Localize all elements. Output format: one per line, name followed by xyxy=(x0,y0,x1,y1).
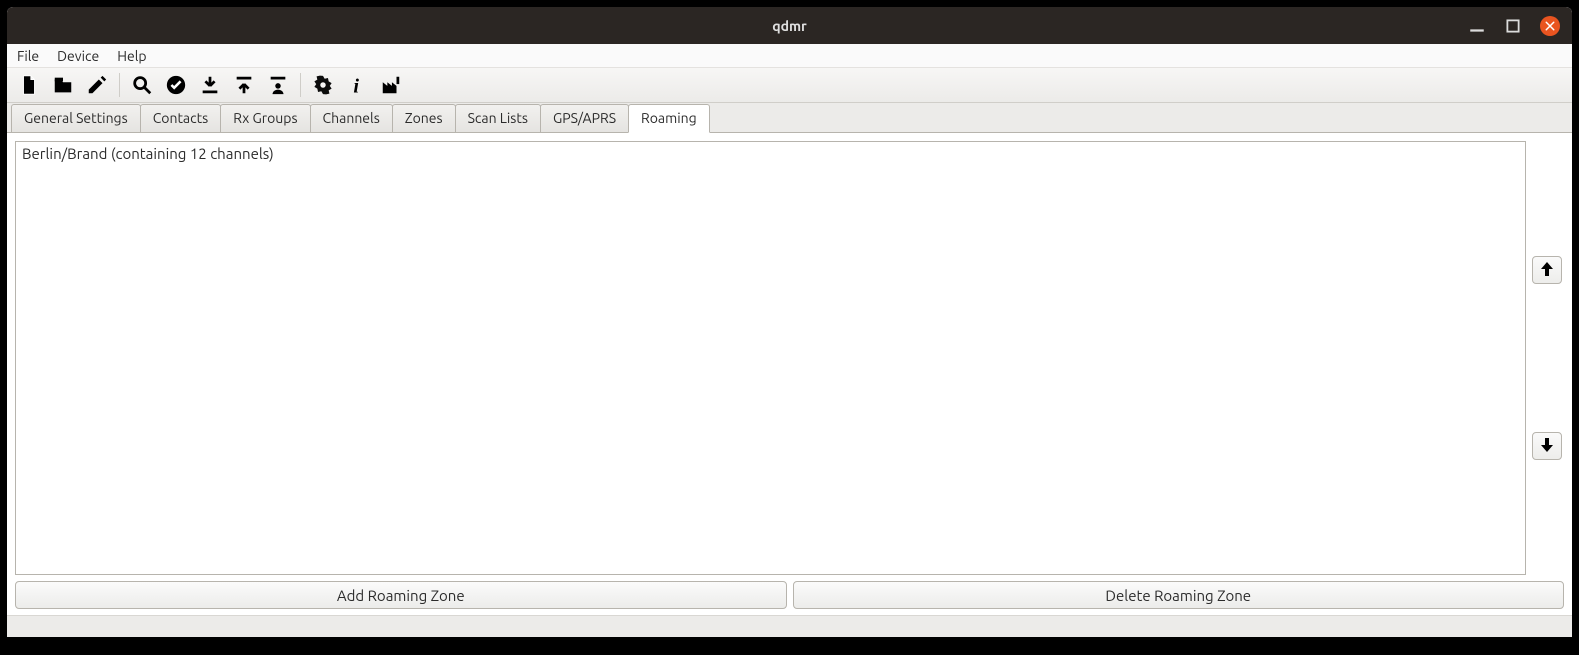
menu-device[interactable]: Device xyxy=(57,48,99,64)
move-up-button[interactable] xyxy=(1532,256,1562,284)
tab-contacts[interactable]: Contacts xyxy=(140,104,222,132)
roaming-zone-list[interactable]: Berlin/Brand (containing 12 channels) xyxy=(15,141,1526,575)
tab-rx-groups[interactable]: Rx Groups xyxy=(220,104,310,132)
edit-pencil-icon[interactable] xyxy=(83,71,111,99)
svg-text:i: i xyxy=(353,75,359,96)
list-item[interactable]: Berlin/Brand (containing 12 channels) xyxy=(20,144,1521,163)
statusbar xyxy=(7,615,1572,637)
roaming-list-area: Berlin/Brand (containing 12 channels) xyxy=(15,141,1564,575)
toolbar-separator xyxy=(300,73,301,97)
arrow-up-icon xyxy=(1540,261,1554,280)
reorder-controls xyxy=(1532,141,1564,575)
toolbar-separator xyxy=(119,73,120,97)
roaming-panel: Berlin/Brand (containing 12 channels) Ad… xyxy=(7,133,1572,615)
verify-check-icon[interactable] xyxy=(162,71,190,99)
tab-roaming[interactable]: Roaming xyxy=(628,104,710,133)
roaming-action-buttons: Add Roaming Zone Delete Roaming Zone xyxy=(15,581,1564,609)
add-roaming-zone-button[interactable]: Add Roaming Zone xyxy=(15,581,787,609)
settings-gear-icon[interactable] xyxy=(309,71,337,99)
new-file-icon[interactable] xyxy=(15,71,43,99)
menu-help[interactable]: Help xyxy=(117,48,146,64)
tab-gps-aprs[interactable]: GPS/APRS xyxy=(540,104,629,132)
tab-channels[interactable]: Channels xyxy=(310,104,393,132)
titlebar: qdmr xyxy=(7,7,1572,44)
app-window: qdmr File Device Help xyxy=(7,7,1572,637)
upload-icon[interactable] xyxy=(230,71,258,99)
download-icon[interactable] xyxy=(196,71,224,99)
toolbar: i xyxy=(7,68,1572,103)
menu-file[interactable]: File xyxy=(17,48,39,64)
window-title: qdmr xyxy=(7,18,1572,34)
open-folder-icon[interactable] xyxy=(49,71,77,99)
menubar: File Device Help xyxy=(7,44,1572,68)
arrow-down-icon xyxy=(1540,437,1554,456)
tab-zones[interactable]: Zones xyxy=(392,104,456,132)
info-icon[interactable]: i xyxy=(343,71,371,99)
upload-user-icon[interactable] xyxy=(264,71,292,99)
tabbar: General Settings Contacts Rx Groups Chan… xyxy=(7,103,1572,133)
move-down-button[interactable] xyxy=(1532,432,1562,460)
search-icon[interactable] xyxy=(128,71,156,99)
tab-general-settings[interactable]: General Settings xyxy=(11,104,141,132)
factory-icon[interactable] xyxy=(377,71,405,99)
tab-scan-lists[interactable]: Scan Lists xyxy=(455,104,541,132)
delete-roaming-zone-button[interactable]: Delete Roaming Zone xyxy=(793,581,1565,609)
